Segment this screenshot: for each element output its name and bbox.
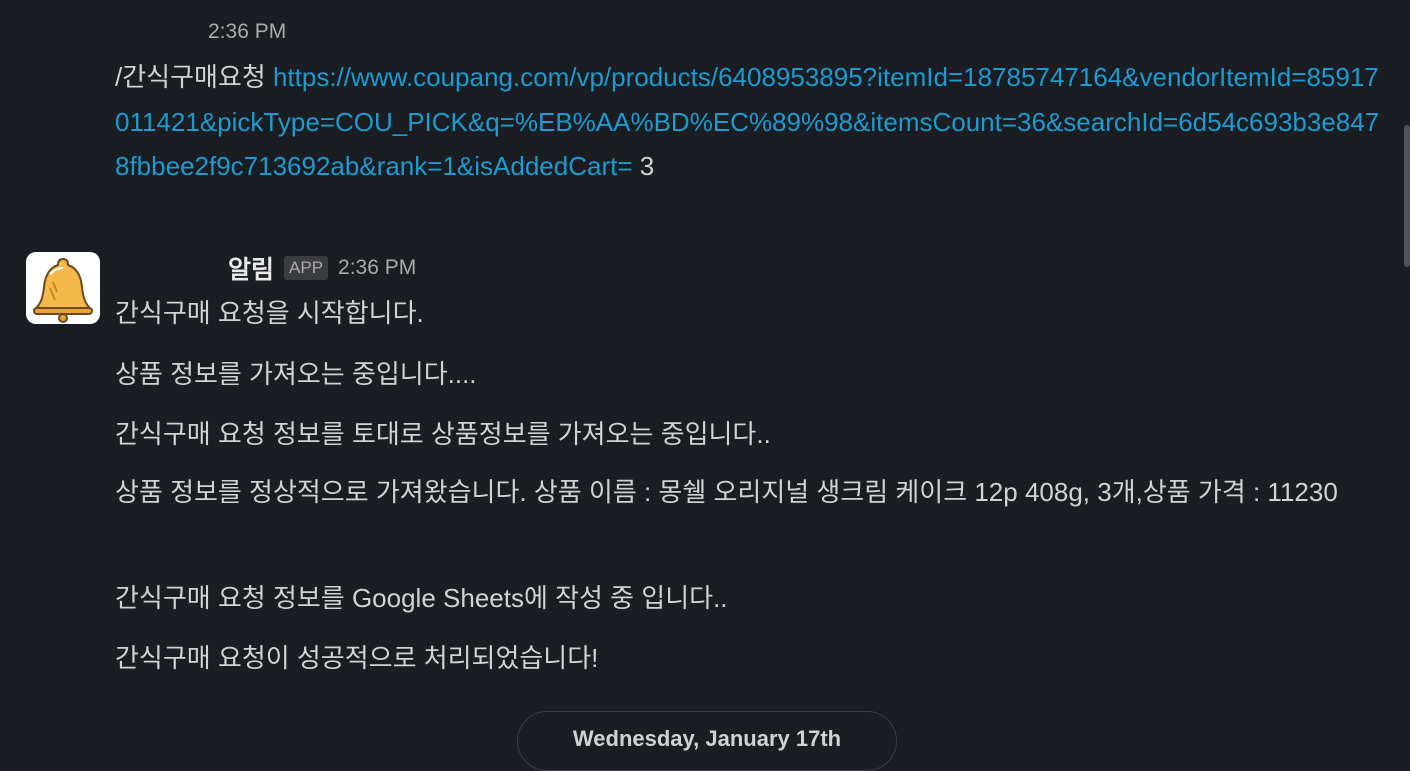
sender-name[interactable]: 알림 <box>228 250 274 286</box>
message-header: 알림 APP 2:36 PM <box>228 250 416 286</box>
message-line: 상품 정보를 가져오는 중입니다.... <box>115 354 477 391</box>
message-line: 간식구매 요청이 성공적으로 처리되었습니다! <box>115 638 598 675</box>
message-timestamp[interactable]: 2:36 PM <box>338 256 416 280</box>
quantity-text: 3 <box>633 151 655 181</box>
bell-icon <box>26 252 100 324</box>
message-line: 간식구매 요청 정보를 토대로 상품정보를 가져오는 중입니다.. <box>115 414 771 451</box>
message-line: 간식구매 요청 정보를 Google Sheets에 작성 중 입니다.. <box>115 578 728 615</box>
slash-command-text: /간식구매요청 <box>115 62 273 92</box>
message-line: 상품 정보를 정상적으로 가져왔습니다. 상품 이름 : 몽쉘 오리지널 생크림… <box>115 470 1395 514</box>
app-badge: APP <box>284 256 328 280</box>
date-divider-button[interactable]: Wednesday, January 17th <box>517 711 897 771</box>
avatar[interactable] <box>26 252 100 324</box>
scrollbar[interactable] <box>1404 125 1410 267</box>
message-text: /간식구매요청 https://www.coupang.com/vp/produ… <box>115 55 1390 189</box>
message-timestamp[interactable]: 2:36 PM <box>208 20 286 44</box>
message-line: 간식구매 요청을 시작합니다. <box>115 293 424 330</box>
product-link[interactable]: https://www.coupang.com/vp/products/6408… <box>115 62 1379 181</box>
